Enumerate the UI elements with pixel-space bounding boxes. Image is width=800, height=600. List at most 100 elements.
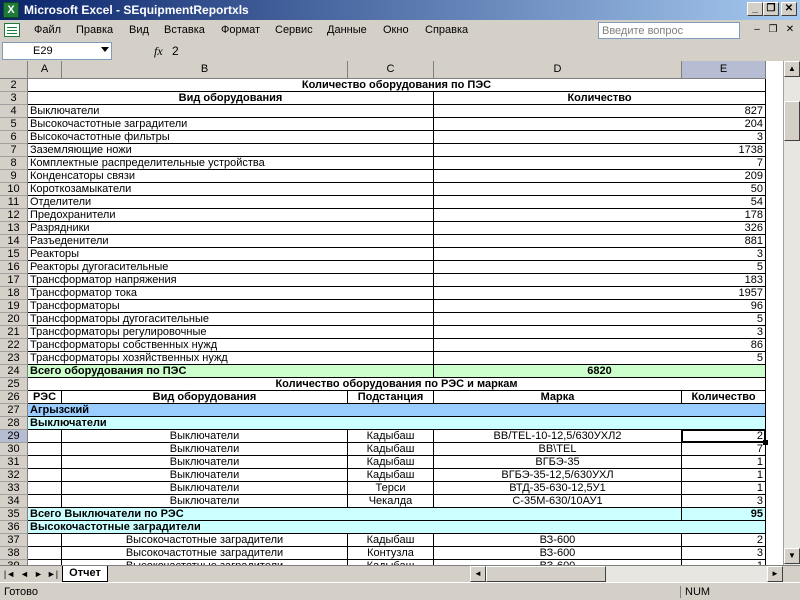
count-cell[interactable]: 2 — [682, 534, 766, 547]
menu-tools[interactable]: Сервис — [275, 24, 313, 36]
row-header[interactable]: 26 — [0, 391, 28, 404]
table2-header[interactable]: Марка — [434, 391, 682, 404]
menu-file[interactable]: Файл — [34, 24, 61, 36]
row-header[interactable]: 3 — [0, 92, 28, 105]
substation-cell[interactable]: Контузла — [348, 547, 434, 560]
help-question-input[interactable]: Введите вопрос — [598, 22, 740, 39]
res-cell[interactable] — [28, 534, 62, 547]
equipment-name-cell[interactable]: Короткозамыкатели — [28, 183, 434, 196]
row-header[interactable]: 2 — [0, 79, 28, 92]
row-header[interactable]: 27 — [0, 404, 28, 417]
equipment-count-cell[interactable]: 827 — [434, 105, 766, 118]
row-header[interactable]: 31 — [0, 456, 28, 469]
row-header[interactable]: 8 — [0, 157, 28, 170]
equipment-name-cell[interactable]: Реакторы дугогасительные — [28, 261, 434, 274]
equipment-count-cell[interactable]: 54 — [434, 196, 766, 209]
brand-cell[interactable]: ВГБЭ-35-12,5/630УХЛ — [434, 469, 682, 482]
row-header[interactable]: 29 — [0, 430, 28, 443]
res-cell[interactable] — [28, 443, 62, 456]
count-cell[interactable]: 1 — [682, 469, 766, 482]
row-header[interactable]: 37 — [0, 534, 28, 547]
equipment-count-cell[interactable]: 178 — [434, 209, 766, 222]
equipment-count-cell[interactable]: 326 — [434, 222, 766, 235]
equipment-count-cell[interactable]: 3 — [434, 326, 766, 339]
menu-help[interactable]: Справка — [425, 24, 468, 36]
substation-cell[interactable]: Кадыбаш — [348, 443, 434, 456]
equipment-count-cell[interactable]: 96 — [434, 300, 766, 313]
column-header-c[interactable]: C — [348, 61, 434, 79]
row-header[interactable]: 33 — [0, 482, 28, 495]
chevron-down-icon[interactable] — [101, 47, 109, 52]
equipment-name-cell[interactable]: Комплектные распределительные устройства — [28, 157, 434, 170]
brand-cell[interactable]: ВВ/TEL-10-12,5/630УХЛ2 — [434, 430, 682, 443]
res-cell[interactable] — [28, 547, 62, 560]
equipment-count-cell[interactable]: 5 — [434, 261, 766, 274]
group-total-label[interactable]: Всего Выключатели по РЭС — [28, 508, 682, 521]
brand-cell[interactable]: ВЗ-600 — [434, 534, 682, 547]
equipment-name-cell[interactable]: Высокочастотные фильтры — [28, 131, 434, 144]
close-button[interactable]: ✕ — [781, 2, 797, 16]
res-cell[interactable] — [28, 456, 62, 469]
substation-cell[interactable]: Кадыбаш — [348, 456, 434, 469]
brand-cell[interactable]: ВВ\TEL — [434, 443, 682, 456]
equipment-count-cell[interactable]: 204 — [434, 118, 766, 131]
row-header[interactable]: 30 — [0, 443, 28, 456]
equipment-type-cell[interactable]: Высокочастотные заградители — [62, 547, 348, 560]
equipment-name-cell[interactable]: Трансформаторы хозяйственных нужд — [28, 352, 434, 365]
row-header[interactable]: 15 — [0, 248, 28, 261]
res-cell[interactable] — [28, 495, 62, 508]
row-header[interactable]: 35 — [0, 508, 28, 521]
restore-button[interactable]: ❐ — [763, 2, 779, 16]
table1-total-label[interactable]: Всего оборудования по ПЭС — [28, 365, 434, 378]
equipment-count-cell[interactable]: 881 — [434, 235, 766, 248]
menu-edit[interactable]: Правка — [76, 24, 113, 36]
res-cell[interactable] — [28, 482, 62, 495]
menu-window[interactable]: Окно — [383, 24, 409, 36]
menu-format[interactable]: Формат — [221, 24, 260, 36]
horizontal-scrollbar[interactable]: ◄ ► — [470, 566, 783, 582]
formula-input[interactable]: 2 — [172, 44, 179, 58]
equipment-name-cell[interactable]: Выключатели — [28, 105, 434, 118]
minimize-button[interactable]: _ — [747, 2, 763, 16]
row-header[interactable]: 19 — [0, 300, 28, 313]
scroll-down-icon[interactable]: ▼ — [784, 548, 800, 564]
equipment-type-cell[interactable]: Выключатели — [62, 482, 348, 495]
row-header[interactable]: 24 — [0, 365, 28, 378]
equipment-count-cell[interactable]: 1957 — [434, 287, 766, 300]
row-header[interactable]: 25 — [0, 378, 28, 391]
row-header[interactable]: 4 — [0, 105, 28, 118]
equipment-type-cell[interactable]: Выключатели — [62, 456, 348, 469]
substation-cell[interactable]: Кадыбаш — [348, 430, 434, 443]
equipment-group-row[interactable]: Высокочастотные заградители — [28, 521, 766, 534]
name-box[interactable]: E29 — [2, 42, 112, 60]
substation-cell[interactable]: Чекалда — [348, 495, 434, 508]
row-header[interactable]: 17 — [0, 274, 28, 287]
equipment-type-cell[interactable]: Выключатели — [62, 443, 348, 456]
table2-header[interactable]: Вид оборудования — [62, 391, 348, 404]
count-cell[interactable]: 7 — [682, 443, 766, 456]
equipment-name-cell[interactable]: Трансформаторы собственных нужд — [28, 339, 434, 352]
brand-cell[interactable]: ВТД-35-630-12,5У1 — [434, 482, 682, 495]
row-header[interactable]: 11 — [0, 196, 28, 209]
row-header[interactable]: 13 — [0, 222, 28, 235]
prev-sheet-icon[interactable]: ◄ — [18, 568, 31, 581]
workbook-icon[interactable] — [4, 23, 20, 37]
row-header[interactable]: 28 — [0, 417, 28, 430]
table1-header-count[interactable]: Количество — [434, 92, 766, 105]
res-group-row[interactable]: Агрызский — [28, 404, 766, 417]
last-sheet-icon[interactable]: ►| — [46, 568, 59, 581]
table2-header[interactable]: РЭС — [28, 391, 62, 404]
row-header[interactable]: 36 — [0, 521, 28, 534]
row-header[interactable]: 22 — [0, 339, 28, 352]
row-header[interactable]: 20 — [0, 313, 28, 326]
equipment-count-cell[interactable]: 50 — [434, 183, 766, 196]
scroll-up-icon[interactable]: ▲ — [784, 61, 800, 77]
spreadsheet-grid[interactable]: ABCDE 2 3 4 5 6 7 8 9 10 11 12 13 14 15 16 17 18 19 20 21 22… — [0, 61, 800, 565]
count-cell[interactable]: 1 — [682, 482, 766, 495]
substation-cell[interactable]: Кадыбаш — [348, 534, 434, 547]
equipment-count-cell[interactable]: 5 — [434, 313, 766, 326]
res-cell[interactable] — [28, 469, 62, 482]
equipment-count-cell[interactable]: 1738 — [434, 144, 766, 157]
equipment-name-cell[interactable]: Трансформаторы регулировочные — [28, 326, 434, 339]
equipment-count-cell[interactable]: 3 — [434, 248, 766, 261]
